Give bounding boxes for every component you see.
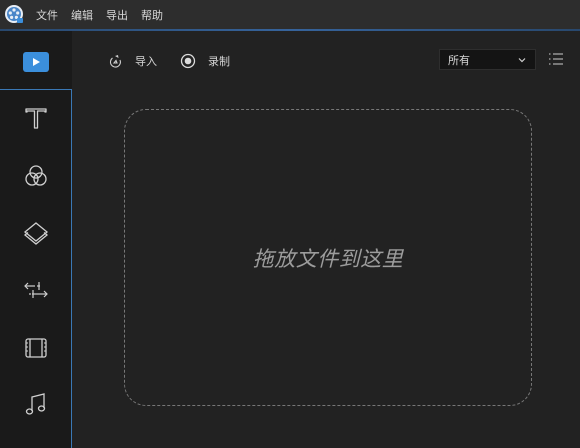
file-drop-zone[interactable]: 拖放文件到这里 xyxy=(124,109,532,406)
import-icon xyxy=(109,54,121,68)
drop-zone-hint: 拖放文件到这里 xyxy=(252,246,404,271)
menu-file[interactable]: 文件 xyxy=(36,7,58,23)
menu-bar: 文件 编辑 导出 帮助 xyxy=(0,0,580,29)
text-icon xyxy=(25,108,47,129)
transition-arrows-icon xyxy=(24,282,48,298)
sidebar-item-text[interactable] xyxy=(0,90,72,146)
import-label: 导入 xyxy=(135,55,157,68)
sidebar-item-elements[interactable] xyxy=(0,320,72,376)
film-element-icon xyxy=(25,338,47,358)
chevron-down-icon xyxy=(518,58,526,63)
app-logo-icon xyxy=(4,4,24,24)
menu-edit[interactable]: 编辑 xyxy=(71,7,93,23)
sidebar-item-filters[interactable] xyxy=(0,148,72,204)
record-icon xyxy=(180,53,196,69)
sidebar-item-overlays[interactable] xyxy=(0,205,72,261)
list-view-button[interactable] xyxy=(548,51,564,67)
video-editor-window: 文件 编辑 导出 帮助 导入 录制 所有 拖放文件到这里 xyxy=(0,0,580,448)
sidebar-item-media[interactable] xyxy=(0,34,72,90)
sidebar-item-audio[interactable] xyxy=(0,377,72,433)
filter-circles-icon xyxy=(25,165,47,186)
media-filter-value: 所有 xyxy=(448,53,470,67)
media-play-icon xyxy=(23,52,49,72)
sidebar-item-transitions[interactable] xyxy=(0,262,72,318)
media-filter-select[interactable]: 所有 xyxy=(439,49,536,70)
layers-overlay-icon xyxy=(23,222,49,245)
music-note-icon xyxy=(25,393,46,415)
media-library-panel: 导入 录制 所有 拖放文件到这里 xyxy=(72,31,580,448)
import-button[interactable]: 导入 xyxy=(108,51,157,71)
menu-help[interactable]: 帮助 xyxy=(141,7,163,23)
menu-export[interactable]: 导出 xyxy=(106,7,128,23)
record-label: 录制 xyxy=(208,55,230,68)
list-view-icon xyxy=(549,53,563,65)
record-button[interactable]: 录制 xyxy=(180,51,230,71)
left-sidebar xyxy=(0,31,72,448)
menu-items: 文件 编辑 导出 帮助 xyxy=(36,0,176,29)
